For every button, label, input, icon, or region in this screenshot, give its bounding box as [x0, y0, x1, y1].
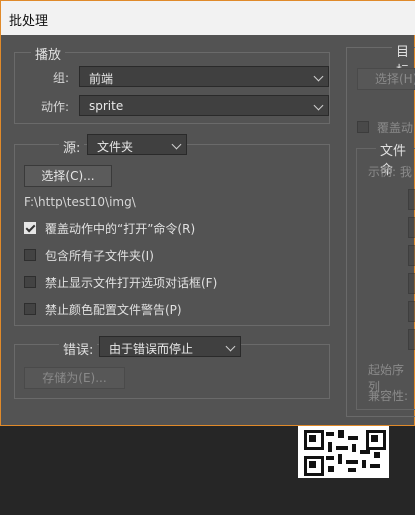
errors-label: 错误:	[59, 339, 98, 358]
action-select[interactable]: sprite	[79, 95, 329, 116]
title-bar[interactable]: 批处理	[1, 1, 415, 35]
source-choose-button[interactable]: 选择(C)...	[24, 165, 112, 187]
play-legend: 播放	[31, 44, 66, 63]
destination-choose-button[interactable]: 选择(H)	[357, 68, 415, 90]
chevron-down-icon	[313, 71, 324, 82]
include-subfolders-checkbox[interactable]	[24, 249, 36, 261]
dialog-title: 批处理	[9, 14, 49, 29]
chevron-down-icon	[171, 139, 182, 150]
destination-override-checkbox[interactable]	[357, 121, 369, 133]
save-as-button[interactable]: 存储为(E)...	[24, 367, 125, 389]
source-select-value: 文件夹	[97, 140, 134, 154]
qr-code-image	[298, 426, 389, 478]
errors-select[interactable]: 由于错误而停止	[99, 336, 241, 357]
naming-field-5[interactable]	[408, 301, 415, 322]
group-select[interactable]: 前端	[79, 66, 329, 87]
naming-field-4[interactable]	[408, 273, 415, 294]
naming-field-2[interactable]	[408, 217, 415, 238]
example-label: 示例: 我	[368, 165, 412, 179]
suppress-open-options-checkbox[interactable]	[24, 276, 36, 288]
suppress-open-options-label: 禁止显示文件打开选项对话框(F)	[45, 276, 218, 290]
include-subfolders-label: 包含所有子文件夹(I)	[45, 249, 154, 263]
override-open-label: 覆盖动作中的“打开”命令(R)	[45, 222, 196, 236]
source-select[interactable]: 文件夹	[87, 134, 187, 155]
action-select-value: sprite	[89, 99, 124, 113]
group-label: 组:	[53, 71, 70, 85]
chevron-down-icon	[225, 341, 236, 352]
override-open-checkbox[interactable]	[24, 222, 36, 234]
batch-dialog: 批处理 播放 组: 前端 动作: sprite 源: 文件夹 选择(C)... …	[0, 0, 415, 426]
naming-field-6[interactable]	[408, 329, 415, 350]
suppress-color-warnings-label: 禁止颜色配置文件警告(P)	[45, 303, 182, 317]
naming-field-3[interactable]	[408, 245, 415, 266]
destination-override-label: 覆盖动	[377, 121, 414, 135]
source-path: F:\http\test10\img\	[24, 195, 136, 209]
source-label: 源:	[59, 137, 85, 156]
suppress-color-warnings-checkbox[interactable]	[24, 303, 36, 315]
compatibility-label: 兼容性:	[368, 389, 409, 403]
chevron-down-icon	[313, 100, 324, 111]
errors-select-value: 由于错误而停止	[109, 342, 194, 356]
action-label: 动作:	[41, 100, 70, 114]
group-select-value: 前端	[89, 72, 114, 86]
naming-field-1[interactable]	[408, 189, 415, 210]
